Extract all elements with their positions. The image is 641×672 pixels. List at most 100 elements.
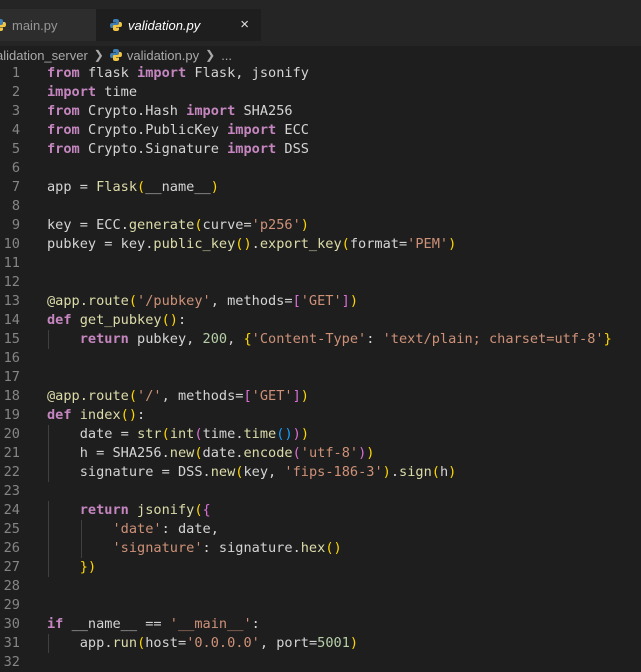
code-text: from Crypto.PublicKey import ECC bbox=[47, 122, 309, 138]
indent-guide bbox=[80, 520, 82, 539]
breadcrumb-folder[interactable]: alidation_server bbox=[0, 48, 88, 63]
code-text: app.run(host='0.0.0.0', port=5001) bbox=[79, 635, 359, 651]
code-text: 'date': date, bbox=[112, 521, 219, 537]
line-number: 27 bbox=[3, 559, 20, 575]
line-number: 29 bbox=[3, 597, 20, 613]
code-line[interactable]: 12 bbox=[0, 273, 641, 292]
tab-bar: main.py validation.py × bbox=[0, 0, 641, 46]
code-line[interactable]: 26 'signature': signature.hex() bbox=[0, 539, 641, 558]
code-text: h = SHA256.new(date.encode('utf-8')) bbox=[79, 445, 375, 461]
line-number: 31 bbox=[3, 635, 20, 651]
code-text: @app.route('/pubkey', methods=['GET']) bbox=[47, 293, 359, 309]
breadcrumb-symbol[interactable]: ... bbox=[221, 48, 232, 63]
code-text: key = ECC.generate(curve='p256') bbox=[47, 217, 309, 233]
code-line[interactable]: 17 bbox=[0, 368, 641, 387]
code-line[interactable]: 23 bbox=[0, 482, 641, 501]
indent-guide bbox=[80, 539, 82, 558]
indent-guide bbox=[48, 463, 49, 482]
line-number: 7 bbox=[11, 179, 20, 195]
code-line[interactable]: 8 bbox=[0, 197, 641, 216]
python-file-icon bbox=[0, 19, 6, 31]
line-number: 10 bbox=[3, 236, 20, 252]
code-line[interactable]: 1 from flask import Flask, jsonify bbox=[0, 64, 641, 83]
code-text: date = str(int(time.time())) bbox=[79, 426, 309, 442]
line-number: 13 bbox=[3, 293, 20, 309]
indent-guide bbox=[48, 330, 49, 349]
code-text: from Crypto.Signature import DSS bbox=[47, 141, 309, 157]
code-line[interactable]: 21 h = SHA256.new(date.encode('utf-8')) bbox=[0, 444, 641, 463]
chevron-right-icon: ❯ bbox=[205, 48, 216, 62]
code-line[interactable]: 4 from Crypto.PublicKey import ECC bbox=[0, 121, 641, 140]
line-number: 23 bbox=[3, 483, 20, 499]
code-line[interactable]: 28 bbox=[0, 577, 641, 596]
code-line[interactable]: 14 def get_pubkey(): bbox=[0, 311, 641, 330]
indent-guide bbox=[48, 444, 49, 463]
code-line[interactable]: 19 def index(): bbox=[0, 406, 641, 425]
code-text: app = Flask(__name__) bbox=[47, 179, 219, 195]
code-line[interactable]: 11 bbox=[0, 254, 641, 273]
close-icon[interactable]: × bbox=[240, 17, 249, 33]
line-number: 3 bbox=[11, 103, 20, 119]
code-line[interactable]: 10 pubkey = key.public_key().export_key(f… bbox=[0, 235, 641, 254]
code-text: }) bbox=[79, 559, 97, 575]
code-text: @app.route('/', methods=['GET']) bbox=[47, 388, 309, 404]
line-number: 25 bbox=[3, 521, 20, 537]
code-line[interactable]: 29 bbox=[0, 596, 641, 615]
line-number: 24 bbox=[3, 502, 20, 518]
line-number: 21 bbox=[3, 445, 20, 461]
code-line[interactable]: 18 @app.route('/', methods=['GET']) bbox=[0, 387, 641, 406]
line-number: 30 bbox=[3, 616, 20, 632]
code-line[interactable]: 20 date = str(int(time.time())) bbox=[0, 425, 641, 444]
line-number: 26 bbox=[3, 540, 20, 556]
indent-guide bbox=[48, 539, 49, 558]
code-text: from flask import Flask, jsonify bbox=[47, 65, 309, 81]
code-line[interactable]: 16 bbox=[0, 349, 641, 368]
code-line[interactable]: 15 return pubkey, 200, {'Content-Type': … bbox=[0, 330, 641, 349]
indent-guide bbox=[48, 634, 49, 653]
code-text: import time bbox=[47, 84, 138, 100]
tab-main-py[interactable]: main.py bbox=[0, 9, 96, 41]
breadcrumb: alidation_server ❯ validation.py ❯ ... bbox=[0, 46, 641, 64]
code-line[interactable]: 7 app = Flask(__name__) bbox=[0, 178, 641, 197]
line-number: 5 bbox=[11, 141, 20, 157]
line-number: 32 bbox=[3, 654, 20, 670]
line-number: 8 bbox=[11, 198, 20, 214]
line-number: 22 bbox=[3, 464, 20, 480]
code-line[interactable]: 32 bbox=[0, 653, 641, 672]
code-line[interactable]: 31 app.run(host='0.0.0.0', port=5001) bbox=[0, 634, 641, 653]
code-text: def get_pubkey(): bbox=[47, 312, 187, 328]
code-line[interactable]: 27 }) bbox=[0, 558, 641, 577]
code-editor[interactable]: 1 from flask import Flask, jsonify 2 import… bbox=[0, 64, 641, 672]
line-number: 9 bbox=[11, 217, 20, 233]
code-line[interactable]: 13 @app.route('/pubkey', methods=['GET']) bbox=[0, 292, 641, 311]
code-text: signature = DSS.new(key, 'fips-186-3').s… bbox=[79, 464, 457, 480]
line-number: 6 bbox=[11, 160, 20, 176]
chevron-right-icon: ❯ bbox=[93, 48, 104, 62]
code-line[interactable]: 5 from Crypto.Signature import DSS bbox=[0, 140, 641, 159]
code-text: return jsonify({ bbox=[79, 502, 211, 518]
indent-guide bbox=[48, 425, 49, 444]
line-number: 4 bbox=[11, 122, 20, 138]
code-text: from Crypto.Hash import SHA256 bbox=[47, 103, 293, 119]
code-line[interactable]: 30 if __name__ == '__main__': bbox=[0, 615, 641, 634]
line-number: 17 bbox=[3, 369, 20, 385]
code-line[interactable]: 25 'date': date, bbox=[0, 520, 641, 539]
indent-guide bbox=[48, 501, 49, 520]
line-number: 18 bbox=[3, 388, 20, 404]
code-line[interactable]: 24 return jsonify({ bbox=[0, 501, 641, 520]
code-text: return pubkey, 200, {'Content-Type': 'te… bbox=[79, 331, 612, 347]
code-line[interactable]: 22 signature = DSS.new(key, 'fips-186-3'… bbox=[0, 463, 641, 482]
code-line[interactable]: 3 from Crypto.Hash import SHA256 bbox=[0, 102, 641, 121]
code-text: if __name__ == '__main__': bbox=[47, 616, 260, 632]
line-number: 11 bbox=[3, 255, 20, 271]
code-text: 'signature': signature.hex() bbox=[112, 540, 342, 556]
tab-validation-py[interactable]: validation.py × bbox=[96, 9, 261, 41]
line-number: 1 bbox=[11, 65, 20, 81]
code-line[interactable]: 6 bbox=[0, 159, 641, 178]
breadcrumb-file[interactable]: validation.py bbox=[127, 48, 199, 63]
code-line[interactable]: 9 key = ECC.generate(curve='p256') bbox=[0, 216, 641, 235]
line-number: 14 bbox=[3, 312, 20, 328]
code-text: pubkey = key.public_key().export_key(for… bbox=[47, 236, 457, 252]
tab-label: main.py bbox=[12, 17, 58, 33]
code-line[interactable]: 2 import time bbox=[0, 83, 641, 102]
